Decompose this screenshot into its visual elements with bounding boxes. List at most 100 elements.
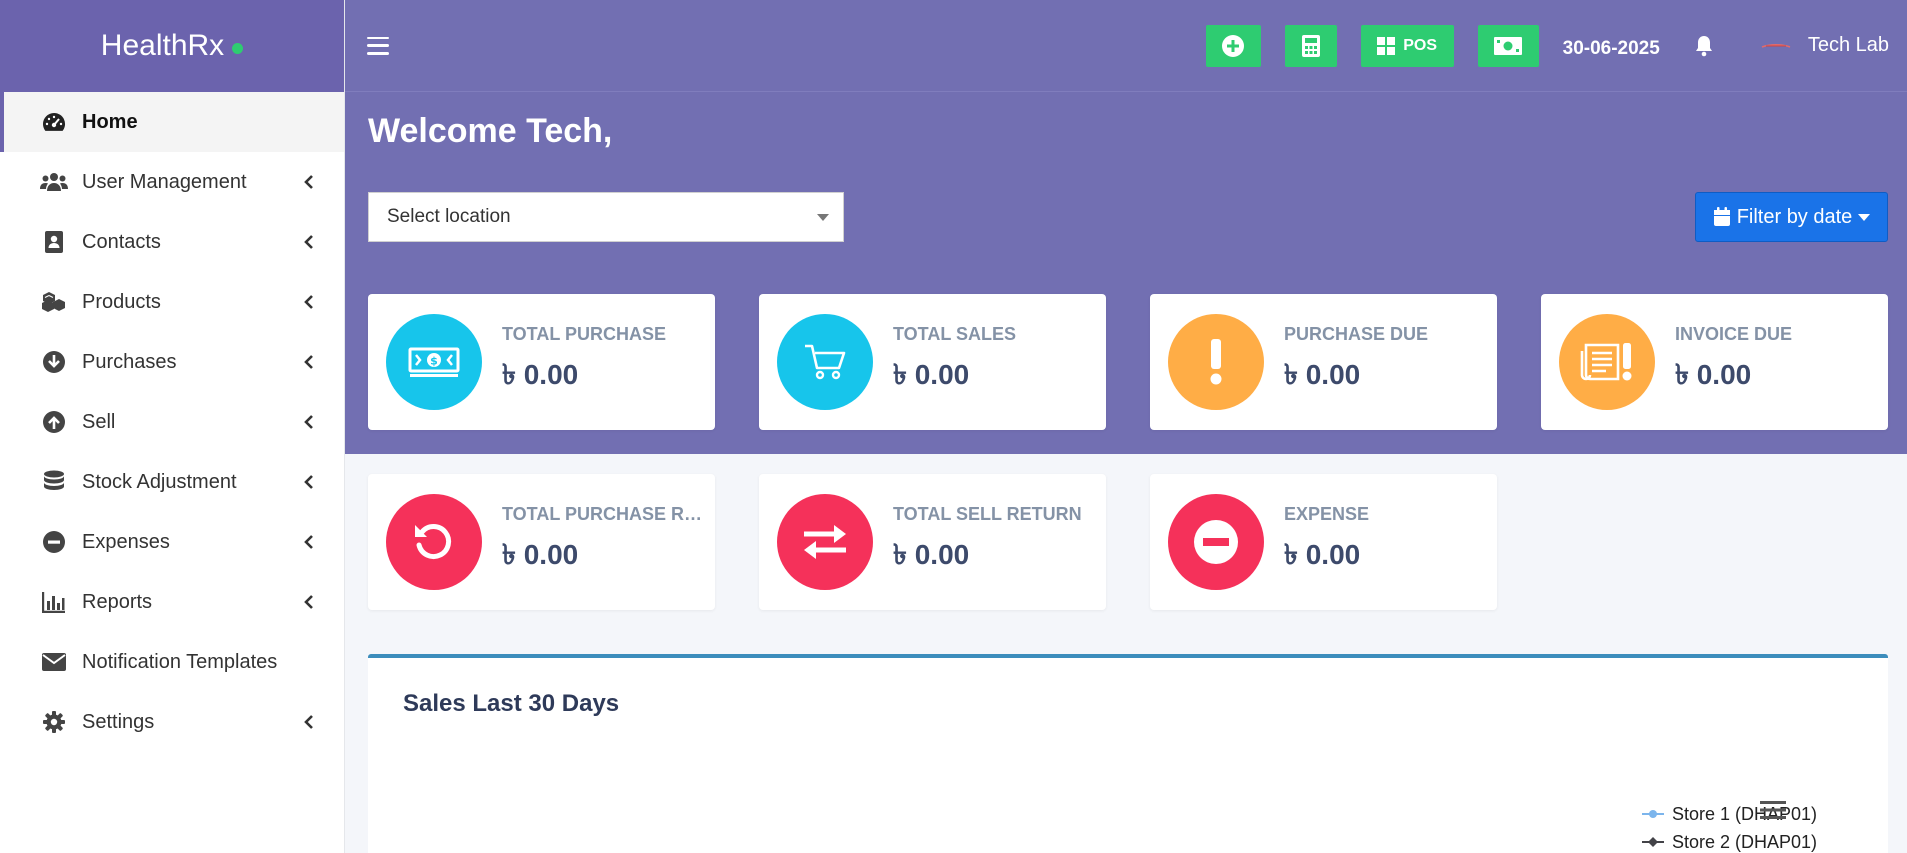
- card-expense: EXPENSE ৳ 0.00: [1150, 474, 1497, 610]
- user-menu[interactable]: Tech Lab: [1760, 34, 1889, 57]
- card-total-sell-return: TOTAL SELL RETURN ৳ 0.00: [759, 474, 1106, 610]
- sidebar-item-stock-adjustment[interactable]: Stock Adjustment: [0, 452, 344, 512]
- chevron-left-icon: [302, 175, 316, 189]
- exclamation-icon: [1168, 314, 1264, 410]
- avatar: [1761, 43, 1791, 48]
- sidebar-item-label: Products: [82, 290, 161, 313]
- cart-icon: [777, 314, 873, 410]
- current-date: 30-06-2025: [1562, 37, 1660, 59]
- chart-legend: Store 1 (DHAP01) Store 2 (DHAP01): [1642, 800, 1817, 853]
- card-amount: ৳ 0.00: [1284, 359, 1361, 390]
- dashboard-icon: [40, 110, 68, 134]
- card-text: TOTAL PURCHASE ৳ 0.00: [502, 324, 666, 400]
- sidebar-item-notification-templates[interactable]: Notification Templates: [0, 632, 344, 692]
- sidebar-item-label: Notification Templates: [82, 650, 278, 673]
- card-total-purchase: $ TOTAL PURCHASE ৳ 0.00: [368, 294, 715, 430]
- chevron-left-icon: [302, 355, 316, 369]
- topbar-actions: POS 30-06-2025 Tech Lab: [1205, 24, 1907, 67]
- arrow-circle-up-icon: [40, 410, 68, 434]
- address-book-icon: [40, 230, 68, 254]
- pos-label: POS: [1403, 36, 1438, 54]
- sidebar-item-expenses[interactable]: Expenses: [0, 512, 344, 572]
- card-title: PURCHASE DUE: [1284, 324, 1429, 344]
- menu-toggle-button[interactable]: [367, 36, 389, 55]
- brand[interactable]: HealthRx: [0, 0, 344, 92]
- chevron-left-icon: [302, 535, 316, 549]
- legend-label: Store 1 (DHAP01): [1672, 803, 1818, 824]
- add-button[interactable]: [1205, 24, 1261, 67]
- database-icon: [40, 470, 68, 494]
- legend-item-store-2[interactable]: Store 2 (DHAP01): [1642, 828, 1817, 853]
- card-invoice-due: INVOICE DUE ৳ 0.00: [1541, 294, 1888, 430]
- chevron-left-icon: [302, 595, 316, 609]
- sidebar-nav: Home User Management Contacts Products P…: [0, 92, 344, 752]
- cash-register-button[interactable]: [1477, 24, 1539, 67]
- legend-marker-circle-icon: [1642, 810, 1664, 818]
- calculator-button[interactable]: [1284, 24, 1337, 67]
- sidebar-item-settings[interactable]: Settings: [0, 692, 344, 752]
- legend-item-store-1[interactable]: Store 1 (DHAP01): [1642, 800, 1817, 828]
- hamburger-line: [367, 52, 389, 55]
- chevron-left-icon: [302, 715, 316, 729]
- card-amount: ৳ 0.00: [893, 539, 970, 570]
- sidebar-item-label: Purchases: [82, 350, 177, 373]
- gear-icon: [40, 710, 68, 734]
- cubes-icon: [40, 290, 68, 314]
- sidebar-item-label: Stock Adjustment: [82, 470, 237, 493]
- sidebar-item-purchases[interactable]: Purchases: [0, 332, 344, 392]
- sales-chart-panel: Sales Last 30 Days Store 1 (DHAP01) Stor…: [368, 654, 1888, 853]
- card-title: TOTAL PURCHASE RETURN: [502, 504, 708, 524]
- sidebar-item-sell[interactable]: Sell: [0, 392, 344, 452]
- exchange-icon: [777, 494, 873, 590]
- topbar: POS 30-06-2025 Tech Lab: [345, 0, 1907, 92]
- chevron-left-icon: [302, 295, 316, 309]
- main-content: Welcome Tech, Select location Filter by …: [345, 92, 1907, 853]
- card-amount: ৳ 0.00: [502, 359, 579, 390]
- location-select-value: Select location: [387, 206, 511, 227]
- money-bill-icon: [1494, 36, 1523, 55]
- chart-menu-icon[interactable]: [1760, 800, 1786, 820]
- hamburger-line: [367, 36, 389, 39]
- card-amount: ৳ 0.00: [502, 539, 579, 570]
- sidebar-item-home[interactable]: Home: [0, 92, 344, 152]
- card-title: TOTAL SALES: [893, 324, 1017, 344]
- card-title: INVOICE DUE: [1675, 324, 1793, 344]
- sidebar-item-user-management[interactable]: User Management: [0, 152, 344, 212]
- card-amount: ৳ 0.00: [1284, 539, 1361, 570]
- sidebar-item-label: Expenses: [82, 530, 170, 553]
- grid-icon: [1377, 36, 1396, 55]
- card-total-purchase-return: TOTAL PURCHASE RETURN ৳ 0.00: [368, 474, 715, 610]
- legend-marker-diamond-icon: [1642, 837, 1664, 847]
- calendar-icon: [1713, 207, 1730, 226]
- chevron-left-icon: [302, 415, 316, 429]
- pos-button[interactable]: POS: [1360, 24, 1454, 67]
- bell-icon[interactable]: [1692, 34, 1716, 58]
- card-total-sales: TOTAL SALES ৳ 0.00: [759, 294, 1106, 430]
- legend-label: Store 2 (DHAP01): [1672, 831, 1818, 852]
- card-text: TOTAL SALES ৳ 0.00: [893, 324, 1016, 400]
- filter-by-date-button[interactable]: Filter by date: [1695, 192, 1888, 242]
- sidebar-item-reports[interactable]: Reports: [0, 572, 344, 632]
- card-amount: ৳ 0.00: [893, 359, 970, 390]
- chevron-left-icon: [302, 475, 316, 489]
- undo-icon: [386, 494, 482, 590]
- card-title: EXPENSE: [1284, 504, 1370, 524]
- sidebar-item-contacts[interactable]: Contacts: [0, 212, 344, 272]
- brand-name: HealthRx: [100, 29, 225, 62]
- card-title: TOTAL SELL RETURN: [893, 504, 1082, 524]
- location-select[interactable]: Select location: [368, 192, 844, 242]
- card-text: INVOICE DUE ৳ 0.00: [1675, 324, 1792, 400]
- card-text: TOTAL PURCHASE RETURN ৳ 0.00: [502, 504, 708, 580]
- sidebar-item-label: Home: [82, 110, 138, 133]
- invoice-alert-icon: [1559, 314, 1655, 410]
- sidebar-item-label: User Management: [82, 170, 247, 193]
- page-title: Welcome Tech,: [368, 112, 613, 150]
- filter-by-date-label: Filter by date: [1736, 205, 1853, 228]
- card-text: PURCHASE DUE ৳ 0.00: [1284, 324, 1428, 400]
- chevron-left-icon: [302, 235, 316, 249]
- sidebar-item-products[interactable]: Products: [0, 272, 344, 332]
- card-purchase-due: PURCHASE DUE ৳ 0.00: [1150, 294, 1497, 430]
- sales-chart-title: Sales Last 30 Days: [403, 690, 620, 717]
- envelope-icon: [40, 650, 68, 674]
- money-icon: $: [386, 314, 482, 410]
